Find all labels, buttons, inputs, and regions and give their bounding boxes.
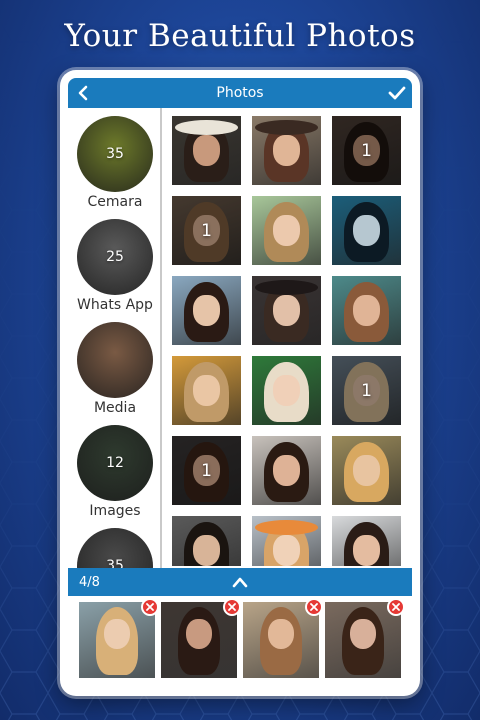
album-name: Cemara <box>87 194 143 210</box>
photo-subject-face <box>273 295 300 326</box>
promo-headline: Your Beautiful Photos <box>64 18 416 54</box>
photo-thumbnail[interactable] <box>172 276 241 345</box>
album-name: Media <box>93 400 137 416</box>
photo-subject-hat <box>174 120 239 136</box>
album-item[interactable]: 25 Whats App <box>68 219 160 313</box>
close-icon <box>310 603 318 611</box>
chevron-left-icon <box>78 85 88 101</box>
selection-count-badge: 1 <box>361 380 372 401</box>
photo-thumbnail[interactable] <box>252 196 321 265</box>
photo-thumbnail[interactable] <box>252 116 321 185</box>
album-item[interactable]: 35 Cemara <box>68 116 160 210</box>
check-icon <box>388 86 406 100</box>
selection-count-badge: 1 <box>201 220 212 241</box>
album-count: 12 <box>106 455 124 471</box>
confirm-button[interactable] <box>382 78 412 108</box>
album-item[interactable]: 12 Images <box>68 425 160 519</box>
remove-photo-button[interactable] <box>305 598 323 616</box>
remove-photo-button[interactable] <box>223 598 241 616</box>
photo-thumbnail[interactable] <box>252 436 321 505</box>
album-name: Images <box>89 503 141 519</box>
album-count: 25 <box>106 249 124 265</box>
photo-subject-face <box>186 618 212 650</box>
selection-count-badge: 1 <box>361 140 372 161</box>
remove-photo-button[interactable] <box>141 598 159 616</box>
photo-thumbnail[interactable] <box>332 516 401 566</box>
photo-subject-face <box>353 455 380 486</box>
album-name: Whats App <box>77 297 153 313</box>
photo-subject-face <box>193 535 220 566</box>
photo-thumbnail[interactable]: 1 <box>332 356 401 425</box>
album-thumbnail[interactable]: 12 <box>77 425 153 501</box>
photo-grid: 1 1 1 1 <box>172 116 404 566</box>
expand-selection-button[interactable] <box>228 570 252 594</box>
photo-thumbnail[interactable] <box>172 516 241 566</box>
photo-subject-hat <box>254 520 319 536</box>
photo-subject-face <box>193 135 220 166</box>
photo-thumbnail[interactable] <box>172 116 241 185</box>
close-icon <box>146 603 154 611</box>
photo-thumbnail[interactable] <box>252 356 321 425</box>
photo-subject-face <box>353 295 380 326</box>
album-item[interactable]: 35 <box>68 528 160 568</box>
album-count: 35 <box>106 558 124 568</box>
photo-subject-face <box>273 455 300 486</box>
photo-subject-hat <box>254 280 319 296</box>
screen-title: Photos <box>216 85 264 101</box>
album-thumbnail[interactable]: 35 <box>77 116 153 192</box>
photo-subject-face <box>350 618 376 650</box>
app-screen: Photos 35 Cemara 25 Whats App Media 12 Images 3… <box>60 70 420 696</box>
photo-subject-face <box>273 375 300 406</box>
photo-thumbnail[interactable]: 1 <box>332 116 401 185</box>
album-sidebar: 35 Cemara 25 Whats App Media 12 Images 35 <box>68 108 162 568</box>
photo-subject-face <box>353 215 380 246</box>
close-icon <box>392 603 400 611</box>
chevron-up-icon <box>232 577 248 588</box>
remove-photo-button[interactable] <box>387 598 405 616</box>
album-count: 35 <box>106 146 124 162</box>
photo-subject-face <box>273 135 300 166</box>
album-thumbnail[interactable]: 25 <box>77 219 153 295</box>
photo-subject-face <box>268 618 294 650</box>
photo-thumbnail[interactable] <box>172 356 241 425</box>
photo-thumbnail[interactable]: 1 <box>172 196 241 265</box>
photo-thumbnail[interactable] <box>332 436 401 505</box>
selection-count-badge: 1 <box>201 460 212 481</box>
photo-thumbnail[interactable]: 1 <box>172 436 241 505</box>
photo-thumbnail[interactable] <box>332 276 401 345</box>
photo-subject-face <box>104 618 130 650</box>
back-button[interactable] <box>68 78 98 108</box>
photo-thumbnail[interactable] <box>252 276 321 345</box>
top-app-bar: Photos <box>68 78 412 108</box>
photo-subject-face <box>193 375 220 406</box>
photo-thumbnail[interactable] <box>252 516 321 566</box>
album-thumbnail[interactable]: 35 <box>77 528 153 568</box>
selection-bar: 4/8 <box>68 568 412 596</box>
close-icon <box>228 603 236 611</box>
selected-photos-tray <box>68 596 412 682</box>
selection-counter: 4/8 <box>79 574 100 590</box>
photo-subject-face <box>193 295 220 326</box>
photo-thumbnail[interactable] <box>332 196 401 265</box>
photo-subject-hat <box>254 120 319 136</box>
photo-subject-face <box>353 535 380 566</box>
album-thumbnail[interactable] <box>77 322 153 398</box>
photo-subject-face <box>273 215 300 246</box>
photo-subject-face <box>273 535 300 566</box>
album-item[interactable]: Media <box>68 322 160 416</box>
